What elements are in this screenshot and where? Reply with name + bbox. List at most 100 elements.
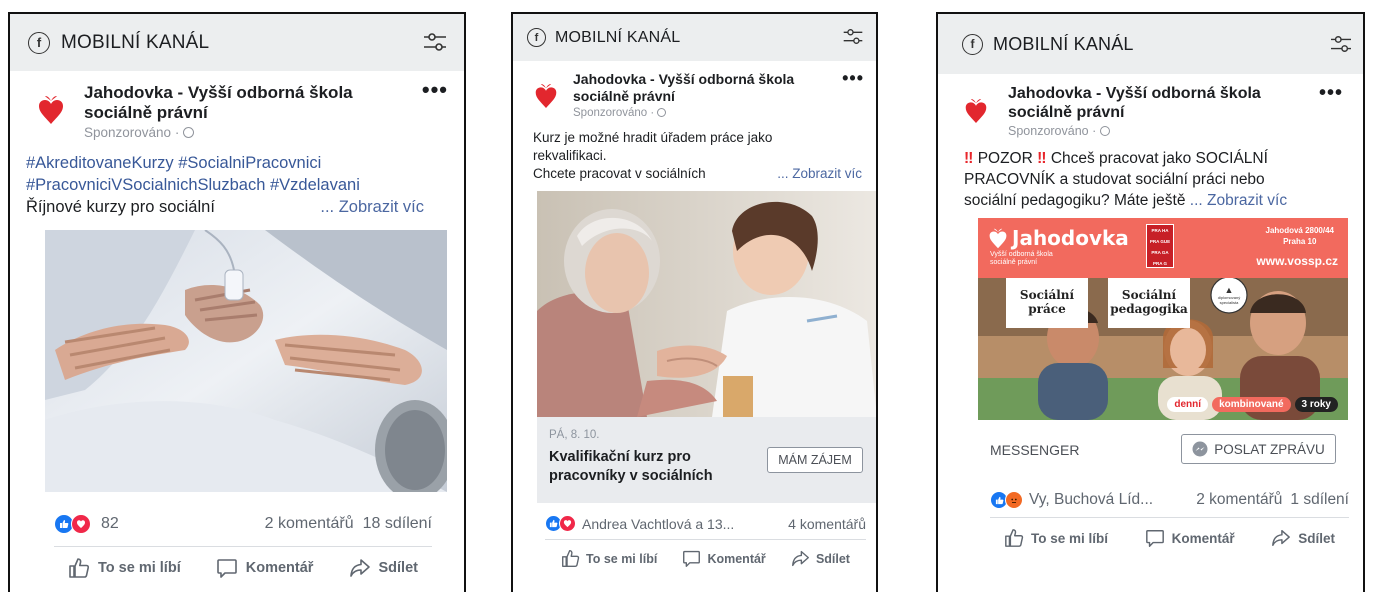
post-image-banner[interactable]: Jahodovka Vyšší odborná škola sociálně p… — [978, 218, 1348, 420]
more-icon[interactable]: ••• — [842, 69, 864, 87]
share-button[interactable]: Sdílet — [791, 549, 850, 568]
feed-header: f MOBILNÍ KANÁL — [513, 14, 876, 61]
post-text-line: Chcete pracovat v sociálních — [533, 166, 706, 181]
share-button[interactable]: Sdílet — [1271, 528, 1335, 548]
post-actions: To se mi líbí Komentář Sdílet — [545, 539, 866, 568]
hashtags-line[interactable]: #PracovniciVSocialnichSluzbach #Vzdelava… — [26, 174, 446, 196]
reaction-names: Andrea Vachtlová a 13... — [582, 515, 735, 532]
ad-preview-3: f MOBILNÍ KANÁL Jahodovka - Vyšší odborn… — [936, 12, 1365, 592]
angry-reaction-icon — [1005, 491, 1023, 509]
post-image-caregiver[interactable] — [537, 191, 876, 417]
comment-button[interactable]: Komentář — [216, 557, 313, 579]
praha-logo: PRA HA PRA GUE PRA GA PRA G — [1146, 224, 1174, 268]
page-avatar[interactable] — [28, 83, 74, 140]
post-text: Kurz je možné hradit úřadem práce jako r… — [513, 119, 876, 183]
banner-label-social-pedagogy: Sociální pedagogika — [1110, 288, 1188, 316]
heart-logo-icon — [535, 84, 557, 108]
page-name[interactable]: Jahodovka - Vyšší odborná škola sociálně… — [1008, 84, 1283, 122]
post-header: Jahodovka - Vyšší odborná škola sociálně… — [513, 61, 876, 119]
post-actions: To se mi líbí Komentář Sdílet — [54, 546, 432, 579]
like-button[interactable]: To se mi líbí — [561, 549, 657, 568]
share-icon — [349, 559, 370, 577]
event-date: PÁ, 8. 10. — [549, 429, 600, 441]
caregiver-photo — [537, 191, 876, 417]
reactions-summary[interactable]: Vy, Buchová Líd... 2 komentářů 1 sdílení — [938, 478, 1363, 509]
facebook-icon: f — [28, 31, 50, 54]
love-reaction-icon — [559, 515, 576, 532]
pill-combined: kombinované — [1212, 397, 1291, 412]
like-button[interactable]: To se mi líbí — [1004, 528, 1108, 548]
globe-icon — [183, 127, 195, 138]
filter-settings-icon[interactable] — [1329, 34, 1353, 54]
sponsored-label: Sponzorováno · — [1008, 124, 1349, 138]
post-header: Jahodovka - Vyšší odborná škola sociálně… — [10, 71, 464, 140]
feed-title: MOBILNÍ KANÁL — [61, 31, 210, 53]
hashtags-line[interactable]: #AkreditovaneKurzy #SocialniPracovnici — [26, 152, 446, 174]
thumbs-up-icon — [562, 550, 580, 567]
post-text: ‼ POZOR ‼ Chceš pracovat jako SOCIÁLNÍ P… — [938, 138, 1363, 211]
comments-count[interactable]: 4 komentářů — [788, 516, 866, 532]
banner-brand-subtitle: Vyšší odborná škola sociálně právní — [990, 251, 1053, 266]
banner-study-modes: denní kombinované 3 roky — [1167, 397, 1338, 412]
page-avatar[interactable] — [954, 84, 998, 138]
more-icon[interactable]: ••• — [1319, 83, 1343, 103]
cropped-caption-strip — [0, 0, 1379, 12]
comment-button[interactable]: Komentář — [682, 549, 766, 568]
share-icon — [1272, 530, 1291, 546]
sponsored-label: Sponzorováno · — [573, 107, 864, 119]
sponsored-label: Sponzorováno · — [84, 125, 448, 140]
comment-button[interactable]: Komentář — [1145, 528, 1235, 548]
feed-header: f MOBILNÍ KANÁL — [938, 14, 1363, 74]
page-name[interactable]: Jahodovka - Vyšší odborná škola sociálně… — [84, 83, 384, 123]
facebook-icon: f — [527, 28, 546, 47]
cta-title: Kvalifikační kurz pro pracovníky v sociá… — [549, 449, 713, 484]
share-icon — [791, 550, 809, 567]
banner-badge: ▲ diplomovaný specialista — [1217, 285, 1241, 306]
see-more-link[interactable]: ... Zobrazit víc — [777, 165, 862, 183]
alert-icon: ‼ — [1037, 150, 1047, 167]
messenger-label: MESSENGER — [990, 442, 1080, 458]
filter-settings-icon[interactable] — [842, 27, 864, 46]
reaction-count: 82 — [101, 515, 119, 532]
comment-icon — [683, 550, 701, 567]
shares-count[interactable]: 1 sdílení — [1290, 491, 1349, 509]
post-text-line: ‼ POZOR ‼ Chceš pracovat jako SOCIÁLNÍ — [964, 150, 1268, 167]
love-reaction-icon — [71, 514, 91, 534]
see-more-link[interactable]: ... Zobrazit víc — [320, 196, 424, 218]
heart-logo-icon — [39, 96, 63, 124]
page-name[interactable]: Jahodovka - Vyšší odborná škola sociálně… — [573, 71, 818, 105]
feed-title: MOBILNÍ KANÁL — [993, 33, 1134, 54]
post-text-line: rekvalifikaci. — [533, 148, 607, 163]
banner-label-social-work: Sociální práce — [1019, 288, 1075, 316]
reactions-summary[interactable]: 82 2 komentářů 18 sdílení — [10, 492, 464, 534]
globe-icon — [657, 108, 667, 117]
page-avatar[interactable] — [527, 71, 565, 119]
reactions-summary[interactable]: Andrea Vachtlová a 13... 4 komentářů — [513, 503, 876, 532]
hands-photo — [45, 230, 449, 492]
facebook-icon: f — [962, 33, 983, 55]
shares-count[interactable]: 18 sdílení — [363, 515, 432, 533]
comment-icon — [1145, 530, 1164, 547]
share-button[interactable]: Sdílet — [349, 557, 418, 579]
messenger-icon — [1192, 441, 1208, 457]
like-button[interactable]: To se mi líbí — [68, 557, 181, 579]
post-text-line: Říjnové kurzy pro sociální — [26, 198, 215, 216]
thumbs-up-icon — [69, 558, 90, 578]
interest-button[interactable]: MÁM ZÁJEM — [767, 447, 863, 473]
send-message-button[interactable]: POSLAT ZPRÁVU — [1181, 434, 1336, 464]
post-image-hands[interactable] — [45, 230, 449, 492]
post-text-line: PRACOVNÍK a studovat sociální práci nebo — [964, 171, 1265, 188]
ad-preview-1: f MOBILNÍ KANÁL Jahodovka - Vyšší odborn… — [8, 12, 466, 592]
see-more-link[interactable]: ... Zobrazit víc — [1190, 192, 1287, 209]
messenger-cta: MESSENGER POSLAT ZPRÁVU — [978, 420, 1348, 478]
comments-count[interactable]: 2 komentářů — [265, 515, 354, 533]
post-text: #AkreditovaneKurzy #SocialniPracovnici #… — [10, 140, 464, 218]
more-icon[interactable]: ••• — [422, 79, 448, 101]
post-actions: To se mi líbí Komentář Sdílet — [990, 517, 1349, 548]
alert-icon: ‼ — [964, 150, 974, 167]
post-text-line: sociální pedagogiku? Máte ještě ... Zobr… — [964, 192, 1288, 209]
comments-count[interactable]: 2 komentářů — [1196, 491, 1282, 509]
filter-settings-icon[interactable] — [422, 31, 448, 53]
event-cta-box[interactable]: PÁ, 8. 10. Kvalifikační kurz pro pracovn… — [537, 417, 876, 503]
thumbs-up-icon — [1005, 529, 1024, 547]
